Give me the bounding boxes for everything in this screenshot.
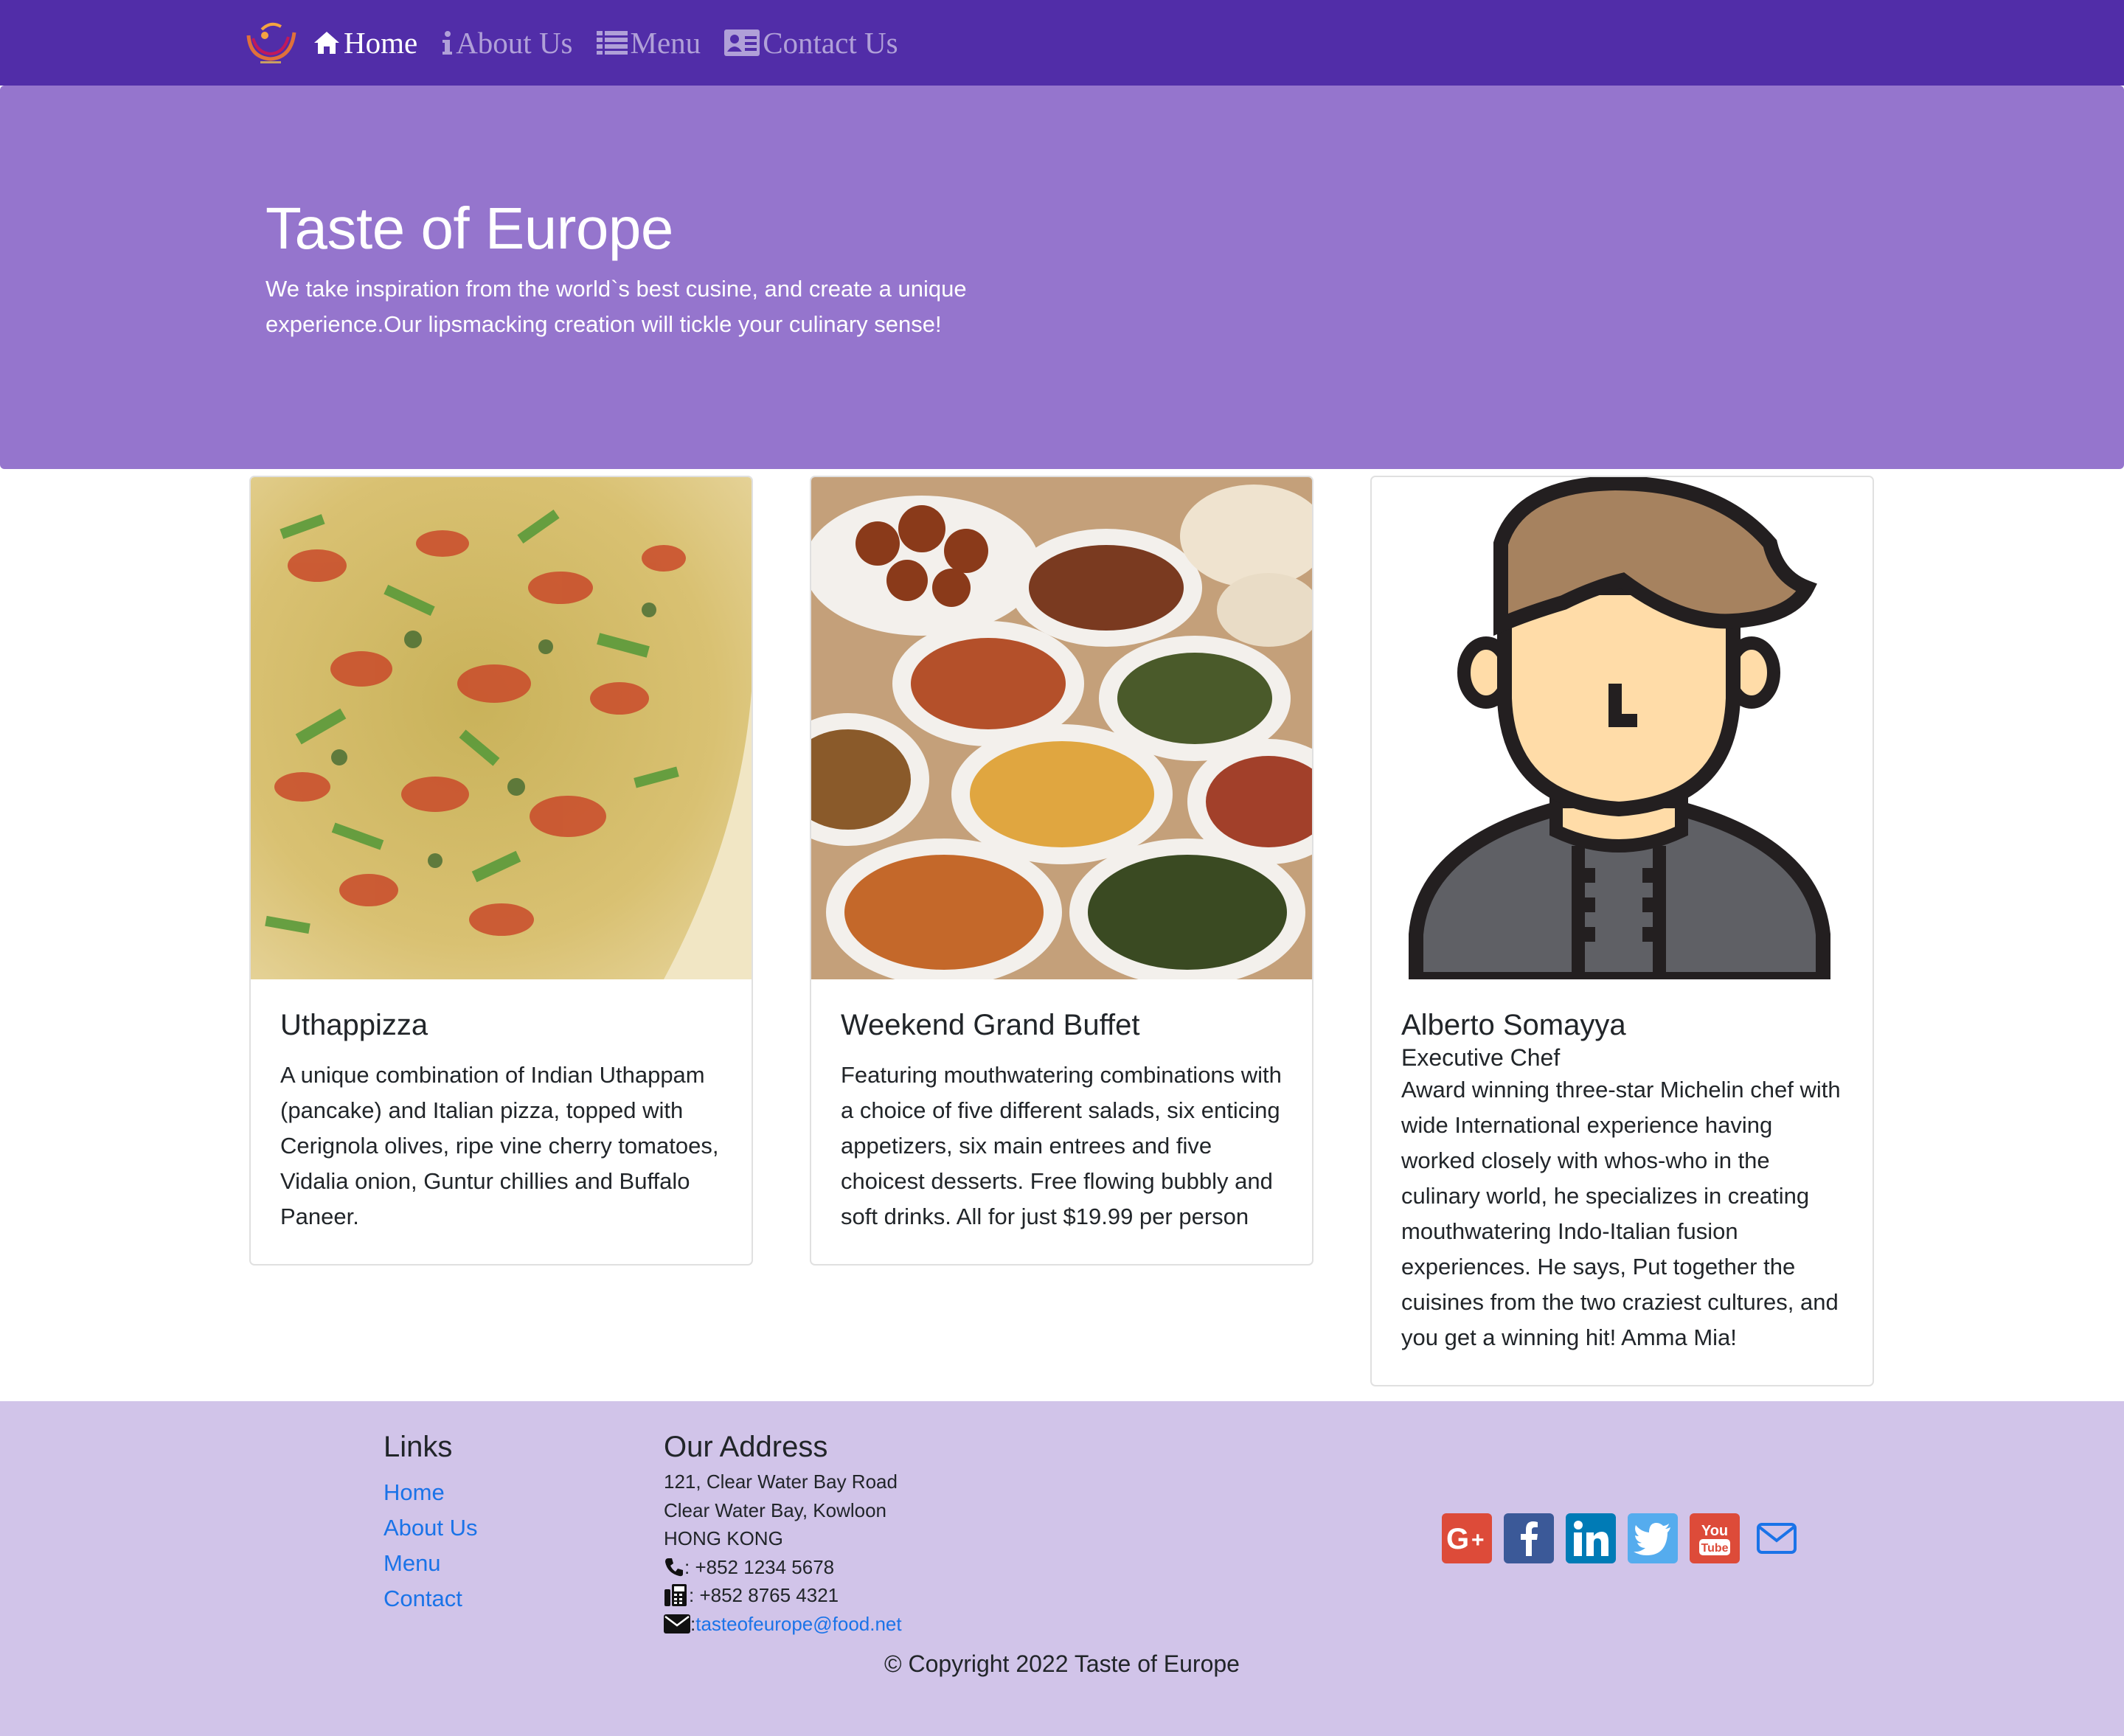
phone-number: : +852 1234 5678 bbox=[684, 1555, 835, 1578]
card-body: Weekend Grand Buffet Featuring mouthwate… bbox=[811, 979, 1312, 1264]
youtube-icon[interactable]: You Tube bbox=[1690, 1513, 1740, 1563]
card-text: Featuring mouthwatering combinations wit… bbox=[841, 1062, 1282, 1229]
card-title: Alberto Somayya bbox=[1401, 1009, 1626, 1041]
footer-address: Our Address 121, Clear Water Bay Road Cl… bbox=[664, 1429, 902, 1638]
page-title: Taste of Europe bbox=[266, 195, 673, 261]
svg-text:+: + bbox=[1471, 1528, 1485, 1552]
card-subtitle: Executive Chef bbox=[1401, 1044, 1561, 1071]
footer: Links Home About Us Menu Contact Our Add… bbox=[0, 1401, 2124, 1736]
address-line: Clear Water Bay, Kowloon bbox=[664, 1499, 887, 1521]
facebook-icon[interactable] bbox=[1504, 1513, 1554, 1563]
google-plus-icon[interactable]: G + bbox=[1442, 1513, 1492, 1563]
nav-container: Home About Us Menu Contact Us bbox=[242, 0, 922, 86]
social-links: G + You Tube bbox=[1442, 1513, 1814, 1563]
buffet-photo bbox=[811, 477, 1312, 979]
footer-link-contact[interactable]: Contact bbox=[384, 1581, 478, 1617]
list-icon bbox=[596, 31, 628, 55]
info-icon bbox=[442, 31, 453, 55]
jumbotron: Taste of Europe We take inspiration from… bbox=[0, 86, 2124, 469]
email-link[interactable]: tasteofeurope@food.net bbox=[695, 1610, 901, 1639]
footer-links: Links Home About Us Menu Contact bbox=[384, 1429, 478, 1617]
card-text: Award winning three-star Michelin chef w… bbox=[1401, 1077, 1841, 1350]
svg-text:Tube: Tube bbox=[1701, 1542, 1728, 1555]
mail-icon[interactable] bbox=[1752, 1513, 1802, 1563]
nav-about[interactable]: About Us bbox=[441, 25, 573, 60]
nav-contact-label: Contact Us bbox=[763, 26, 898, 60]
nav-home-label: Home bbox=[344, 26, 418, 60]
email-line: : tasteofeurope@food.net bbox=[664, 1610, 902, 1639]
svg-text:You: You bbox=[1701, 1523, 1728, 1539]
nav-about-label: About Us bbox=[456, 26, 573, 60]
chef-card: Alberto Somayya Executive Chef Award win… bbox=[1370, 476, 1874, 1386]
envelope-icon bbox=[664, 1614, 690, 1633]
nav-contact[interactable]: Contact Us bbox=[724, 25, 898, 60]
address-card-icon bbox=[724, 29, 760, 56]
fax-line: : +852 8765 4321 bbox=[664, 1581, 902, 1610]
twitter-icon[interactable] bbox=[1628, 1513, 1678, 1563]
links-title: Links bbox=[384, 1431, 453, 1463]
email-prefix: : bbox=[690, 1612, 696, 1635]
dish-card-uthappizza: Uthappizza A unique combination of India… bbox=[249, 476, 753, 1265]
card-body: Alberto Somayya Executive Chef Award win… bbox=[1372, 979, 1873, 1385]
footer-link-home[interactable]: Home bbox=[384, 1475, 478, 1510]
chef-avatar bbox=[1372, 477, 1873, 979]
navbar: Home About Us Menu Contact Us bbox=[0, 0, 2124, 86]
nav-menu-label: Menu bbox=[630, 26, 701, 60]
home-icon bbox=[314, 32, 339, 54]
address-title: Our Address bbox=[664, 1431, 828, 1463]
pizza-photo bbox=[251, 477, 752, 979]
address-line: 121, Clear Water Bay Road bbox=[664, 1471, 898, 1493]
footer-link-about[interactable]: About Us bbox=[384, 1510, 478, 1546]
address-line: HONG KONG bbox=[664, 1527, 783, 1549]
nav-menu[interactable]: Menu bbox=[596, 25, 701, 60]
phone-icon bbox=[665, 1558, 683, 1576]
copyright: © Copyright 2022 Taste of Europe bbox=[884, 1650, 1240, 1677]
nav-home[interactable]: Home bbox=[313, 25, 417, 60]
fax-number: : +852 8765 4321 bbox=[689, 1584, 839, 1606]
footer-link-menu[interactable]: Menu bbox=[384, 1546, 478, 1581]
phone-line: : +852 1234 5678 bbox=[664, 1553, 902, 1582]
card-text: A unique combination of Indian Uthappam … bbox=[280, 1062, 719, 1229]
card-body: Uthappizza A unique combination of India… bbox=[251, 979, 752, 1264]
brand-logo[interactable] bbox=[242, 18, 299, 68]
card-title: Weekend Grand Buffet bbox=[841, 1009, 1140, 1041]
card-title: Uthappizza bbox=[280, 1009, 428, 1041]
dish-card-buffet: Weekend Grand Buffet Featuring mouthwate… bbox=[810, 476, 1313, 1265]
svg-text:G: G bbox=[1446, 1523, 1469, 1555]
fax-icon bbox=[664, 1584, 687, 1607]
intro-text: We take inspiration from the world`s bes… bbox=[266, 276, 967, 337]
linkedin-icon[interactable] bbox=[1566, 1513, 1616, 1563]
